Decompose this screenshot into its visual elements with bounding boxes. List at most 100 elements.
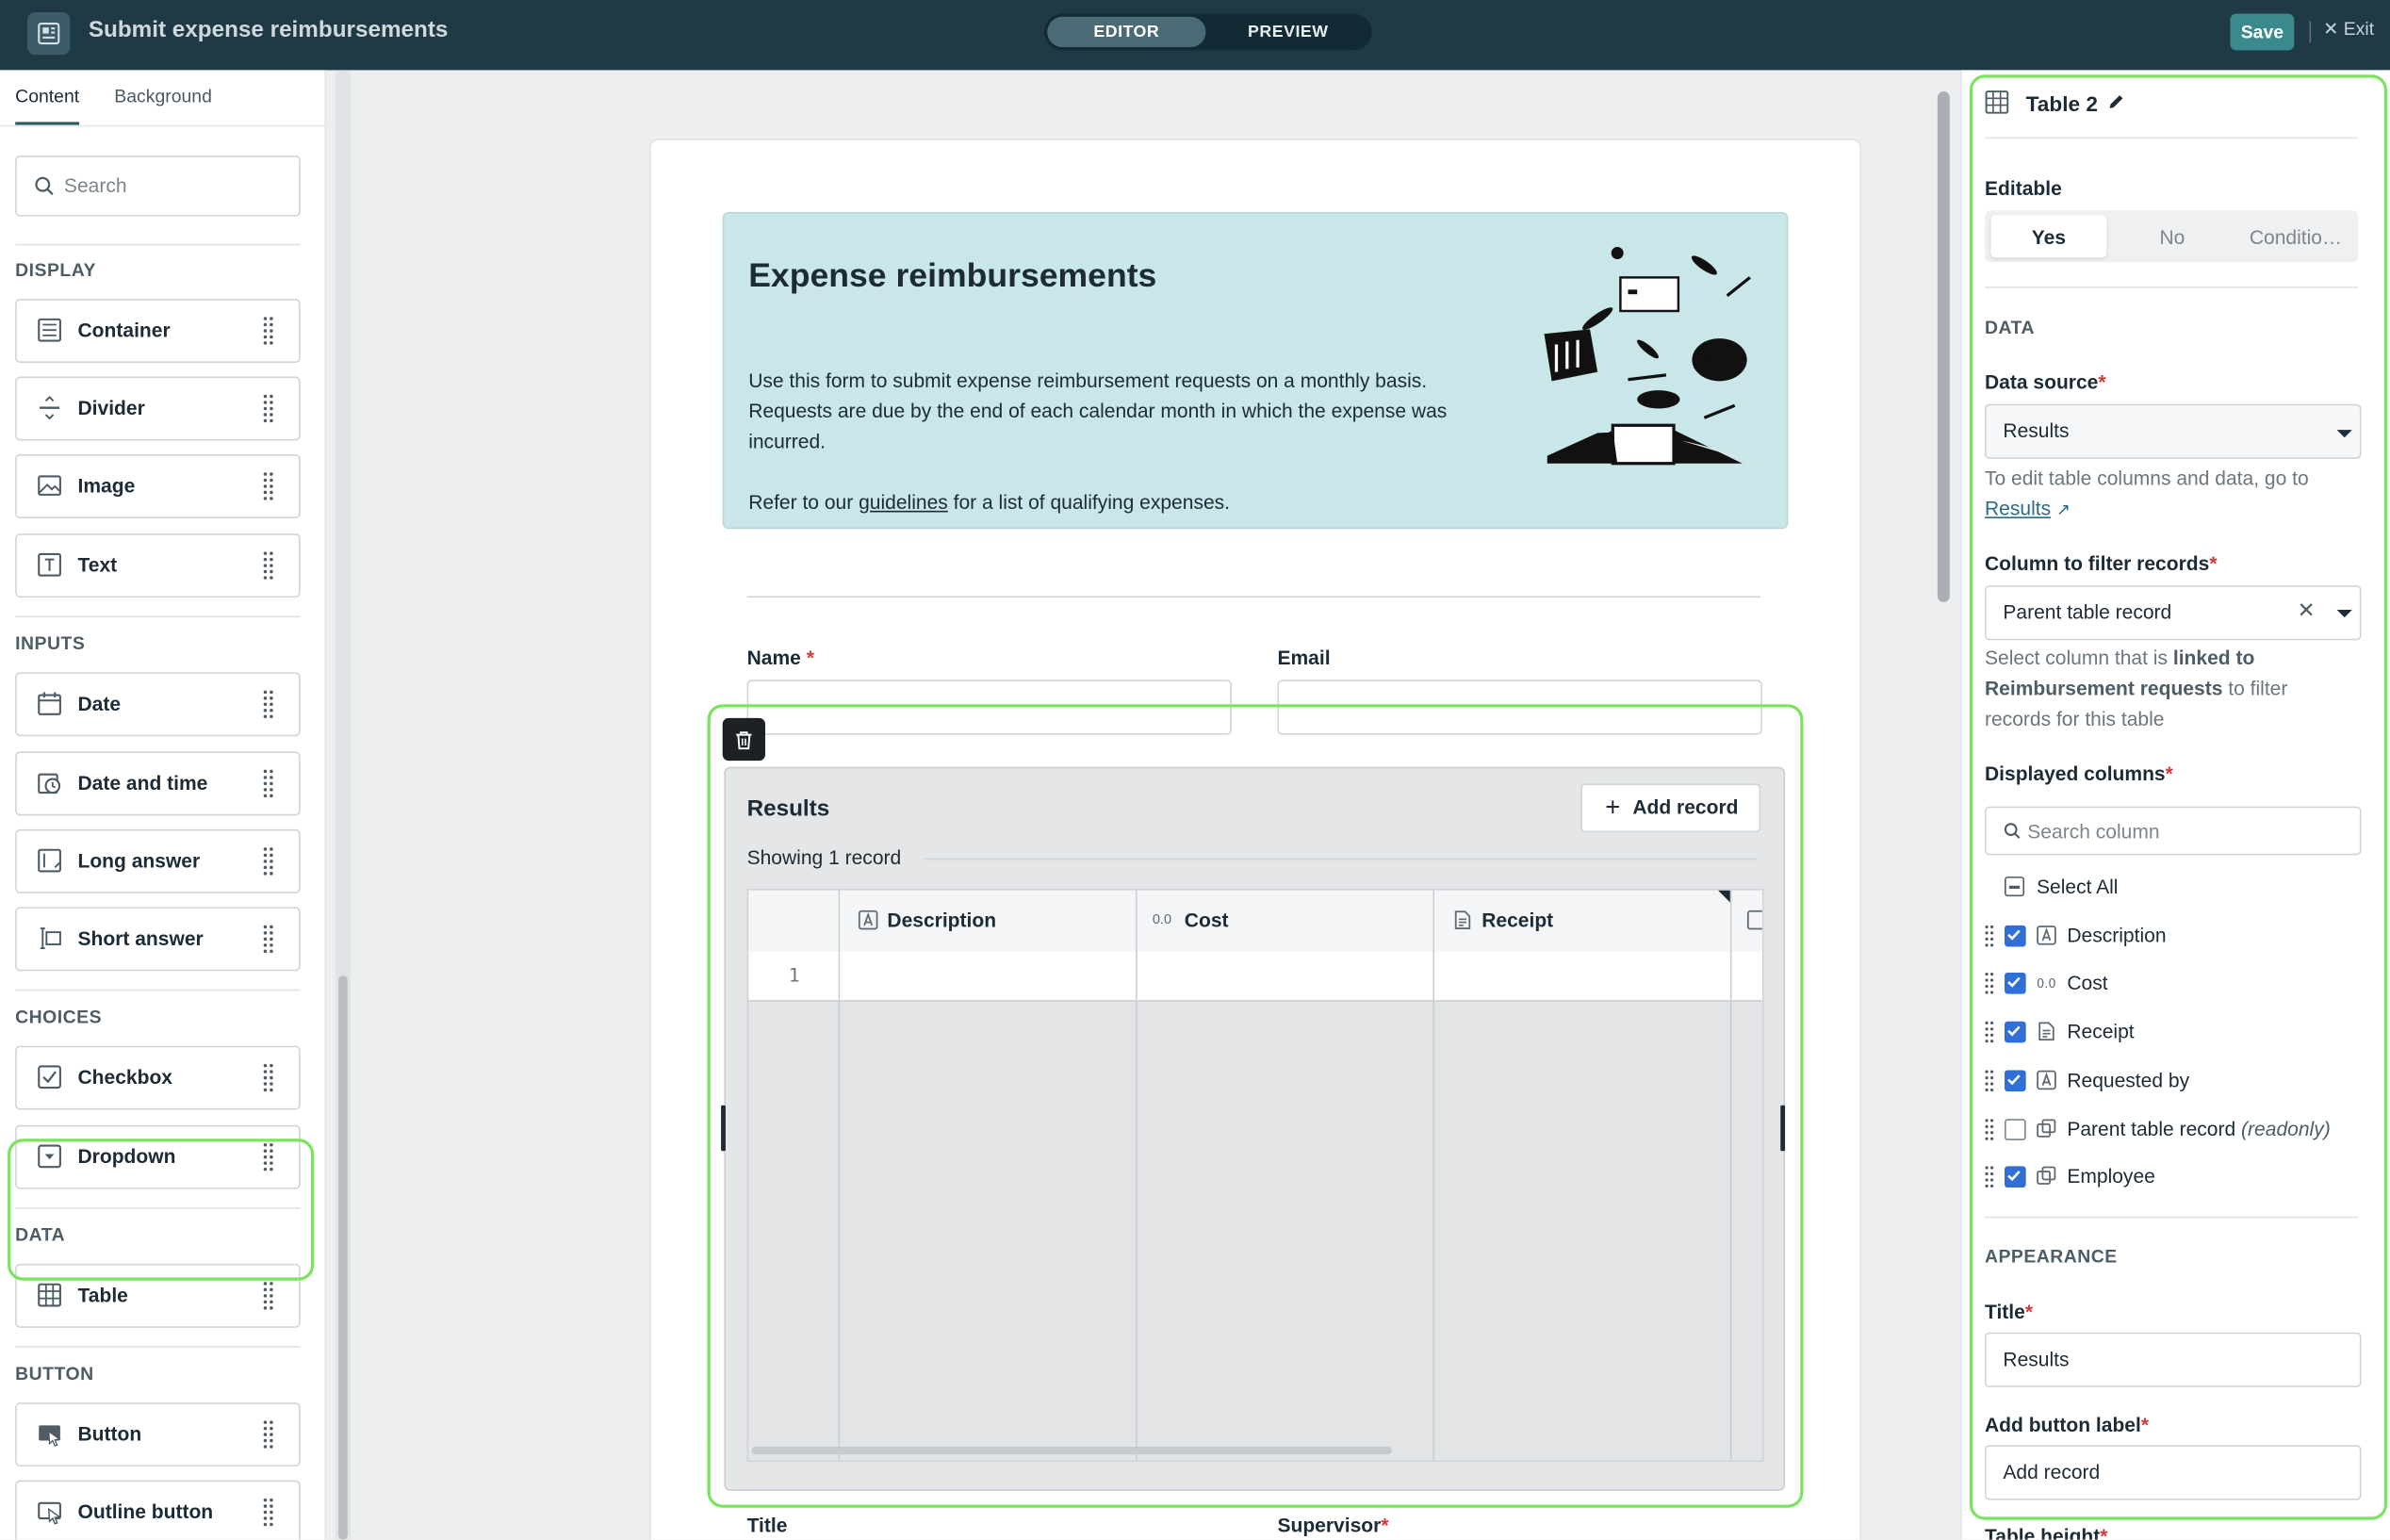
drag-handle-icon[interactable] [262, 923, 274, 957]
drag-handle-icon[interactable] [262, 687, 274, 721]
filter-column-help: Select column that is linked to Reimburs… [1985, 644, 2358, 735]
data-source-select[interactable]: Results [1984, 403, 2362, 459]
column-search-input[interactable]: Search column [1984, 806, 2362, 856]
component-image[interactable]: Image [15, 454, 301, 518]
add-button-label-label: Add button label* [1985, 1413, 2149, 1435]
drag-handle-icon[interactable] [262, 1417, 274, 1451]
editable-no-option[interactable]: No [2114, 215, 2230, 257]
input-value: Add record [2003, 1460, 2101, 1483]
component-divider[interactable]: Divider [15, 376, 301, 441]
tab-preview[interactable]: PREVIEW [1209, 17, 1367, 47]
drag-handle-icon[interactable] [1985, 1020, 1994, 1044]
resize-handle-right[interactable] [1780, 1105, 1786, 1152]
column-checkbox[interactable] [2005, 1021, 2026, 1043]
component-short-answer[interactable]: Short answer [15, 907, 301, 972]
drag-handle-icon[interactable] [1985, 1165, 1994, 1189]
title-input[interactable]: Results [1984, 1332, 2362, 1387]
title-field-label: Title* [1985, 1301, 2033, 1323]
editable-conditional-option[interactable]: Conditio… [2236, 215, 2355, 257]
component-label: Divider [77, 396, 145, 419]
component-label: Container [77, 319, 171, 342]
drag-handle-icon[interactable] [262, 1061, 274, 1095]
editable-yes-option[interactable]: Yes [1990, 215, 2107, 258]
component-checkbox[interactable]: Checkbox [15, 1045, 301, 1110]
name-label: Name * [747, 647, 814, 669]
drag-handle-icon[interactable] [262, 844, 274, 878]
column-checkbox[interactable] [2005, 1119, 2026, 1140]
component-label: Outline button [77, 1499, 214, 1523]
column-checkbox[interactable] [2005, 1166, 2026, 1188]
component-button[interactable]: Button [15, 1402, 301, 1467]
select-all-label[interactable]: Select All [2037, 875, 2119, 897]
component-text[interactable]: Text [15, 533, 301, 598]
search-icon [2004, 823, 2021, 839]
column-name: Description [2067, 924, 2166, 946]
selection-highlight [707, 704, 1804, 1508]
table-height-label: Table height* [1985, 1525, 2107, 1540]
divider [1984, 1216, 2359, 1219]
column-option[interactable]: Description [1985, 918, 2358, 955]
column-option[interactable]: Parent table record (readonly) [1985, 1111, 2358, 1148]
column-checkbox[interactable] [2005, 972, 2026, 994]
resize-handle-left[interactable] [721, 1105, 726, 1152]
canvas-scrollbar[interactable] [1937, 91, 1950, 602]
drag-handle-icon[interactable] [1985, 1069, 1994, 1093]
checkbox-icon [38, 1065, 61, 1089]
component-long-answer[interactable]: Long answer [15, 828, 301, 893]
column-checkbox[interactable] [2005, 925, 2026, 947]
save-button[interactable]: Save [2230, 13, 2295, 51]
add-button-label-input[interactable]: Add record [1984, 1445, 2362, 1500]
divider [15, 989, 301, 991]
text-type-icon [2037, 1070, 2056, 1090]
results-link[interactable]: Results [1985, 497, 2051, 519]
drag-handle-icon[interactable] [262, 392, 274, 426]
exit-button[interactable]: ✕ Exit [2323, 18, 2374, 40]
text-icon [38, 552, 61, 577]
search-input[interactable]: Search [15, 155, 301, 217]
label-text: Column to filter records [1984, 551, 2210, 575]
left-scrollbar[interactable] [338, 975, 348, 1540]
select-all-checkbox[interactable] [2005, 876, 2025, 897]
drag-handle-icon[interactable] [262, 314, 274, 348]
component-date-and-time[interactable]: Date and time [15, 751, 301, 816]
tab-background[interactable]: Background [114, 86, 212, 107]
form-banner[interactable]: Expense reimbursements Use this form to … [722, 211, 1789, 530]
pencil-icon[interactable] [2106, 93, 2124, 111]
drag-handle-icon[interactable] [1985, 924, 1994, 948]
data-section-title: DATA [1984, 317, 2035, 339]
drag-handle-icon[interactable] [1985, 971, 1994, 995]
supervisor-label: Supervisor* [1277, 1514, 1388, 1536]
clear-icon[interactable]: ✕ [2298, 598, 2316, 623]
piggy-bank-illustration [1544, 247, 1758, 466]
column-checkbox[interactable] [2005, 1070, 2026, 1092]
drag-handle-icon[interactable] [262, 1496, 274, 1530]
form-icon[interactable] [27, 11, 71, 56]
divider [1984, 137, 2359, 139]
required-mark: * [2165, 762, 2173, 786]
column-option[interactable]: Requested by [1985, 1062, 2358, 1099]
guidelines-link[interactable]: guidelines [859, 491, 948, 514]
delete-button[interactable] [722, 717, 765, 762]
drag-handle-icon[interactable] [1985, 1118, 1994, 1142]
column-option[interactable]: Employee [1985, 1158, 2358, 1195]
component-outline-button[interactable]: Outline button [15, 1480, 301, 1540]
drag-handle-icon[interactable] [262, 767, 274, 801]
filter-column-select[interactable]: Parent table record ✕ [1984, 585, 2362, 641]
banner-paragraph: Refer to our guidelines for a list of qu… [748, 491, 1230, 514]
tab-editor[interactable]: EDITOR [1047, 16, 1206, 48]
column-option[interactable]: Receipt [1985, 1014, 2358, 1051]
column-name-text: Parent table record [2067, 1117, 2236, 1140]
banner-paragraph: Use this form to submit expense reimburs… [748, 369, 1448, 453]
calendar-icon [38, 692, 61, 715]
required-mark: * [806, 646, 814, 670]
component-date[interactable]: Date [15, 672, 301, 737]
drag-handle-icon[interactable] [262, 549, 274, 582]
drag-handle-icon[interactable] [262, 469, 274, 503]
divider [15, 243, 301, 246]
component-container[interactable]: Container [15, 299, 301, 363]
component-name[interactable]: Table 2 [2026, 91, 2098, 116]
select-value: Parent table record [2003, 600, 2172, 624]
drag-handle-icon[interactable] [262, 1279, 274, 1313]
column-option[interactable]: 0.0 Cost [1985, 965, 2358, 1002]
tab-content[interactable]: Content [15, 86, 79, 107]
